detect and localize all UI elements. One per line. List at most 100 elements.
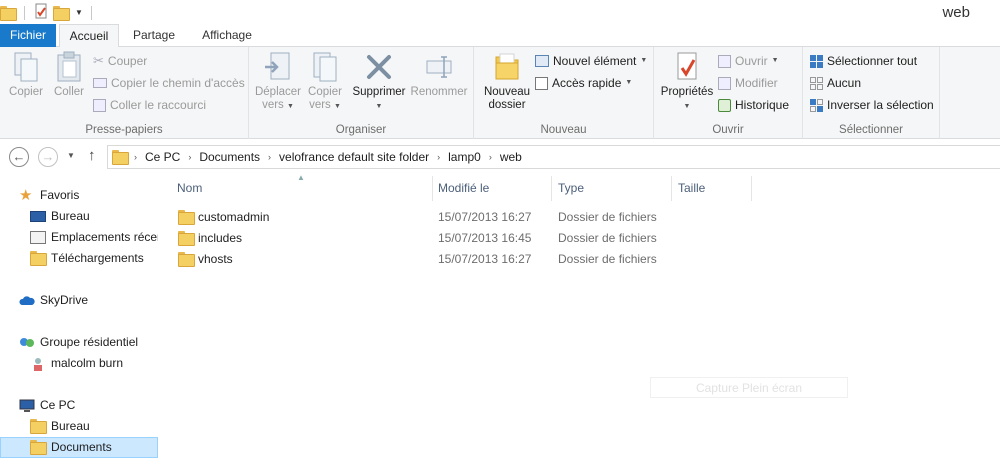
nav-pc-documents[interactable]: Documents (0, 437, 158, 458)
nav-desktop[interactable]: Bureau (30, 206, 158, 227)
delete-button[interactable]: Supprimer ▼ (351, 51, 407, 113)
chevron-right-icon[interactable]: › (186, 152, 193, 162)
invert-selection-icon (810, 98, 823, 112)
move-to-label: Déplacer (254, 86, 302, 98)
breadcrumb-documents[interactable]: Documents (193, 150, 266, 164)
rename-button[interactable]: Renommer (409, 51, 469, 99)
breadcrumb-web[interactable]: web (494, 150, 528, 164)
move-to-button[interactable]: Déplacer vers ▼ (253, 51, 303, 113)
select-none-button[interactable]: Aucun (810, 73, 861, 93)
scissors-icon: ✂ (93, 53, 104, 68)
nav-homegroup[interactable]: Groupe résidentiel (19, 332, 177, 353)
new-item-button[interactable]: Nouvel élément ▼ (535, 51, 647, 71)
new-folder-button[interactable]: Nouveau dossier (482, 51, 532, 112)
nav-user[interactable]: malcolm burn (30, 353, 158, 374)
paste-label: Coller (53, 86, 85, 98)
delete-x-icon (367, 55, 391, 79)
file-type: Dossier de fichiers (558, 252, 657, 266)
dropdown-arrow-icon: ▼ (640, 57, 648, 64)
desktop-icon (30, 211, 46, 222)
folder-icon (112, 150, 129, 165)
select-all-button[interactable]: Sélectionner tout (810, 51, 917, 71)
file-modified: 15/07/2013 16:27 (438, 252, 532, 266)
dropdown-arrow-icon: ▼ (287, 103, 294, 110)
copy-path-button[interactable]: Copier le chemin d'accès (93, 73, 245, 93)
nav-pc-desktop[interactable]: Bureau (30, 416, 158, 437)
up-arrow-icon[interactable]: ↑ (88, 147, 96, 164)
invert-selection-button[interactable]: Inverser la sélection (810, 95, 934, 115)
customize-qat-icon[interactable]: ▼ (75, 8, 83, 17)
copy-to-label-2: vers (309, 99, 331, 111)
nav-downloads[interactable]: Téléchargements (30, 248, 158, 269)
nav-skydrive[interactable]: SkyDrive (19, 290, 177, 311)
window-title: web (942, 4, 970, 21)
recent-places-icon (30, 231, 46, 244)
edit-button[interactable]: Modifier (718, 73, 778, 93)
tab-home[interactable]: Accueil (59, 24, 119, 48)
easy-access-button[interactable]: Accès rapide ▼ (535, 73, 632, 93)
chevron-right-icon[interactable]: › (266, 152, 273, 162)
navigation-pane: ★ Favoris Bureau Emplacements récents Té… (0, 180, 158, 458)
open-group-label: Ouvrir (712, 124, 744, 136)
table-row[interactable]: customadmin 15/07/2013 16:27 Dossier de … (174, 207, 674, 228)
history-icon (718, 98, 731, 112)
dropdown-arrow-icon: ▼ (771, 57, 779, 64)
invert-selection-label: Inverser la sélection (827, 98, 934, 112)
table-row[interactable]: vhosts 15/07/2013 16:27 Dossier de fichi… (174, 249, 674, 270)
chevron-right-icon[interactable]: › (487, 152, 494, 162)
ribbon-tabs: Fichier Accueil Partage Affichage (0, 24, 1000, 48)
new-folder-qat-icon[interactable] (53, 5, 70, 21)
new-folder-label-2: dossier (488, 99, 526, 111)
column-header-type[interactable]: Type (558, 176, 671, 201)
nav-desktop-label: Bureau (51, 209, 90, 223)
breadcrumb-lamp0[interactable]: lamp0 (442, 150, 487, 164)
address-bar[interactable]: › Ce PC › Documents › velofrance default… (107, 145, 1000, 169)
quick-access-toolbar: ▼ (0, 3, 96, 22)
file-list: ▲ Nom Modifié le Type Taille customadmin… (158, 172, 1000, 458)
cut-label: Couper (107, 54, 148, 68)
nav-recent-places[interactable]: Emplacements récents (30, 227, 158, 248)
table-row[interactable]: includes 15/07/2013 16:45 Dossier de fic… (174, 228, 674, 249)
copy-to-button[interactable]: Copier vers ▼ (303, 51, 347, 113)
paste-shortcut-button[interactable]: Coller le raccourci (93, 95, 206, 115)
recent-locations-icon[interactable]: ▼ (67, 151, 75, 160)
column-header-size[interactable]: Taille (678, 176, 751, 201)
copy-path-icon (93, 78, 107, 88)
column-header-modified[interactable]: Modifié le (438, 176, 551, 201)
open-button[interactable]: Ouvrir ▼ (718, 51, 779, 71)
chevron-right-icon[interactable]: › (132, 152, 139, 162)
tab-file[interactable]: Fichier (0, 24, 56, 47)
nav-favorites[interactable]: ★ Favoris (19, 185, 177, 206)
paste-button[interactable]: Coller (50, 51, 88, 99)
nav-this-pc[interactable]: Ce PC (19, 395, 177, 416)
back-arrow-icon[interactable]: ← (9, 147, 29, 167)
nav-favorites-label: Favoris (40, 188, 80, 202)
column-header-name[interactable]: Nom (177, 176, 432, 201)
breadcrumb-site-folder[interactable]: velofrance default site folder (273, 150, 435, 164)
forward-arrow-icon[interactable]: → (38, 147, 58, 167)
title-bar: ▼ web (0, 0, 1000, 24)
cut-button[interactable]: ✂ Couper (93, 51, 147, 71)
copy-button[interactable]: Copier (6, 51, 46, 99)
chevron-right-icon[interactable]: › (435, 152, 442, 162)
column-divider[interactable] (671, 176, 672, 201)
open-icon (718, 54, 731, 68)
documents-folder-icon (30, 439, 47, 456)
file-name: includes (198, 231, 243, 245)
homegroup-icon (19, 335, 35, 351)
nav-downloads-label: Téléchargements (51, 251, 144, 265)
history-button[interactable]: Historique (718, 95, 789, 115)
column-divider[interactable] (432, 176, 433, 201)
nav-pc-documents-label: Documents (51, 440, 112, 454)
cloud-icon (19, 293, 35, 309)
properties-qat-icon[interactable] (33, 3, 49, 22)
user-icon (30, 356, 46, 372)
new-group-label: Nouveau (540, 124, 587, 136)
tab-view[interactable]: Affichage (194, 24, 260, 47)
column-divider[interactable] (751, 176, 752, 201)
select-none-label: Aucun (827, 76, 862, 90)
properties-button[interactable]: Propriétés ▼ (659, 51, 715, 113)
tab-share[interactable]: Partage (128, 24, 180, 47)
column-divider[interactable] (551, 176, 552, 201)
breadcrumb-this-pc[interactable]: Ce PC (139, 150, 186, 164)
